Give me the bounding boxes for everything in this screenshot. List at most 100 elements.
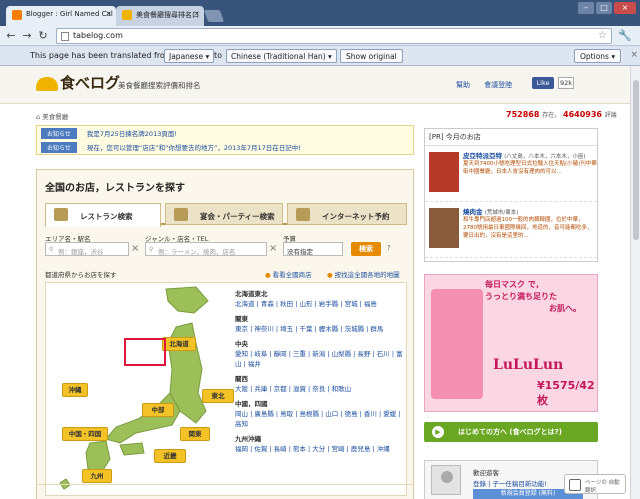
food-photo[interactable]	[429, 152, 459, 192]
tab-party-search[interactable]: 宴会・パーティー検索	[165, 203, 283, 225]
back-button[interactable]: ←	[4, 29, 18, 43]
new-tab-button[interactable]	[203, 10, 225, 22]
area-cities[interactable]: 愛知 | 岐阜 | 靜岡 | 三重 | 新潟 | 山梨縣 | 長野 | 石川 |…	[235, 349, 405, 369]
minimize-button[interactable]: –	[578, 2, 594, 14]
map-search-link[interactable]: ● 按找這全國各地的地圖	[327, 269, 400, 279]
sidebar: [PR] 今月のお店 皮亞特派亞特 (八丈島，八本木，六本木，小座) 夏天到74…	[424, 128, 598, 262]
area-cities[interactable]: 東京 | 神奈川 | 埼玉 | 千葉 | 櫪木縣 | 茨城縣 | 群馬	[235, 324, 405, 334]
page-translate-widget[interactable]: ページの 自動翻訳	[564, 474, 626, 494]
browser-titlebar: Blogger : Girl Named Cal × 美食餐廳搜尋排名口 × –…	[0, 0, 640, 26]
notice-text[interactable]: 現在，您可以管理“店店”和“你想要去的地方”，2013年7月17日在日記中!	[87, 142, 301, 152]
area-cities[interactable]: 北海道 | 青森 | 秋田 | 山形 | 岩手縣 | 宮城 | 福島	[235, 299, 405, 309]
tabelog-icon	[122, 10, 132, 20]
pr-item-desc: 和牛專門店超過100一般的肉類韓國，位於中華，2780號用最日東國際幾回，地道的…	[463, 217, 593, 239]
reload-button[interactable]: ↻	[36, 29, 50, 43]
translate-to-label: to	[214, 51, 223, 60]
ad-line-2: うっとり満ち足りた	[485, 292, 557, 301]
notice-label: お知らせ	[41, 141, 77, 153]
login-link[interactable]: 登錄 | 子一任稿目新功能!	[473, 478, 547, 488]
avatar	[431, 465, 461, 495]
area-input[interactable]: ⚲ 例：銀座，渋谷	[45, 242, 129, 256]
budget-select[interactable]: 没有指定	[283, 242, 343, 256]
breadcrumb-home[interactable]: 美食餐廳	[42, 113, 68, 121]
show-original-button[interactable]: Show original	[340, 49, 403, 63]
site-header: 食べログ 美食餐廳搜索評價和排名 幫助 會議登陸 Like 92k	[0, 66, 630, 104]
browser-toolbar: ← → ↻ tabelog.com ☆ 🔧	[0, 26, 640, 46]
getting-started-button[interactable]: ▶ はじめての方へ (食べログとは?)	[424, 422, 598, 442]
close-tab-icon[interactable]: ×	[193, 9, 200, 18]
region-hokkaido-button[interactable]: 北海道	[162, 337, 196, 351]
search-tabs: レストラン検索 宴会・パーティー検索 インターネット予約	[45, 203, 407, 227]
help-link[interactable]: 幫助	[456, 81, 470, 89]
kanto-highlight-box	[124, 338, 166, 366]
area-heading: 中央	[235, 340, 248, 348]
tab-blogger[interactable]: Blogger : Girl Named Cal ×	[6, 6, 116, 26]
region-okinawa-button[interactable]: 沖縄	[62, 383, 88, 397]
mask-package-image	[431, 289, 483, 399]
pr-item-name[interactable]: 皮亞特派亞特	[463, 152, 502, 160]
tab-title: Blogger : Girl Named Cal	[26, 10, 113, 18]
chef-hat-icon	[36, 76, 58, 91]
close-translate-bar-icon[interactable]: ×	[630, 50, 638, 60]
notice-label: お知らせ	[41, 127, 77, 139]
region-kinki-button[interactable]: 近畿	[154, 449, 186, 463]
translate-icon	[569, 479, 581, 491]
site-stats: 752868 存在， 4640936 評論	[506, 110, 617, 119]
area-group: 九州沖繩 福岡 | 佐賀 | 長崎 | 熊本 | 大分 | 宮崎 | 鹿兒島 | …	[235, 433, 405, 454]
source-language-select[interactable]: Japanese ▾	[164, 49, 215, 63]
area-cities[interactable]: 福岡 | 佐賀 | 長崎 | 熊本 | 大分 | 宮崎 | 鹿兒島 | 沖縄	[235, 444, 405, 454]
tab-title: 美食餐廳搜尋排名口	[136, 11, 199, 19]
facebook-like-button[interactable]: Like	[532, 77, 554, 89]
pr-item-name[interactable]: 燒肉金	[463, 208, 483, 216]
area-group: 中央 愛知 | 岐阜 | 靜岡 | 三重 | 新潟 | 山梨縣 | 長野 | 石川…	[235, 338, 405, 369]
site-logo[interactable]: 食べログ	[36, 72, 120, 93]
notice-item[interactable]: お知らせ 現在，您可以管理“店店”和“你想要去的地方”，2013年7月17日在日…	[37, 140, 413, 154]
close-window-button[interactable]: ×	[614, 2, 636, 14]
clear-genre-icon[interactable]: ×	[269, 243, 277, 254]
notice-item[interactable]: お知らせ 我是7月25日揀名牌2013頁面!	[37, 126, 413, 140]
vertical-scrollbar[interactable]	[630, 66, 640, 499]
webpage: 食べログ 美食餐廳搜索評價和排名 幫助 會議登陸 Like 92k ⌂ 美食餐廳…	[0, 66, 640, 499]
view-all-shops-link[interactable]: ● 看看全國商店	[265, 269, 312, 279]
review-count: 4640936	[563, 110, 602, 119]
member-login-link[interactable]: 會議登陸	[484, 81, 512, 89]
calendar-icon	[296, 208, 310, 221]
area-group: 北海道東北 北海道 | 青森 | 秋田 | 山形 | 岩手縣 | 宮城 | 福島	[235, 288, 405, 309]
search-button[interactable]: 検索	[351, 242, 381, 256]
notice-text[interactable]: 我是7月25日揀名牌2013頁面!	[87, 128, 177, 138]
tab-tabelog[interactable]: 美食餐廳搜尋排名口 ×	[116, 6, 204, 26]
pr-item[interactable]: 皮亞特派亞特 (八丈島，八本木，六本木，小座) 夏天到7400小號吃理型日式拉麵…	[425, 146, 597, 202]
region-kyushu-button[interactable]: 九州	[82, 469, 112, 483]
lululun-advertisement[interactable]: 毎日マスク で， うっとり満ち足りた お肌へ。 LuLuLun ¥1575/42…	[424, 274, 598, 412]
close-tab-icon[interactable]: ×	[105, 9, 112, 18]
translate-options-button[interactable]: Options ▾	[574, 49, 622, 63]
tab-restaurant-search[interactable]: レストラン検索	[45, 203, 161, 227]
region-chubu-button[interactable]: 中部	[142, 403, 174, 417]
header-links: 幫助 會議登陸	[456, 80, 524, 90]
scrollbar-thumb[interactable]	[633, 80, 639, 240]
restaurant-count-label: 存在，	[542, 112, 561, 119]
pr-item[interactable]: 燒肉金 (荒城市/東本) 和牛專門店超過100一般的肉類韓國，位於中華，2780…	[425, 202, 597, 258]
area-group: 關西 大阪 | 兵庫 | 京都 | 滋賀 | 奈良 | 和歌山	[235, 373, 405, 394]
search-icon: ⚲	[149, 246, 154, 253]
area-cities[interactable]: 岡山 | 廣島縣 | 鳥取 | 島根縣 | 山口 | 德島 | 香川 | 愛媛 …	[235, 409, 405, 429]
window-controls: – □ ×	[578, 2, 636, 14]
address-bar[interactable]: tabelog.com ☆	[56, 28, 612, 44]
area-cities[interactable]: 大阪 | 兵庫 | 京都 | 滋賀 | 奈良 | 和歌山	[235, 384, 405, 394]
maximize-button[interactable]: □	[596, 2, 612, 14]
search-icon: ⚲	[49, 246, 54, 253]
genre-input[interactable]: ⚲ 例：ラーメン，焼肉，店名	[145, 242, 267, 256]
target-language-select[interactable]: Chinese (Traditional Han) ▾	[226, 49, 337, 63]
help-icon[interactable]: ?	[387, 244, 395, 254]
region-kanto-button[interactable]: 関東	[180, 427, 210, 441]
food-photo[interactable]	[429, 208, 459, 248]
wrench-menu-icon[interactable]: 🔧	[618, 29, 632, 43]
region-tohoku-button[interactable]: 東北	[202, 389, 234, 403]
ad-price: ¥1575/42枚	[537, 379, 595, 407]
tab-online-reservation[interactable]: インターネット予約	[287, 203, 407, 225]
bookmark-star-icon[interactable]: ☆	[598, 30, 607, 41]
forward-button[interactable]: →	[20, 29, 34, 43]
region-chugoku-shikoku-button[interactable]: 中国・四国	[62, 427, 108, 441]
clear-area-icon[interactable]: ×	[131, 243, 139, 254]
facebook-like-count: 92k	[558, 77, 574, 89]
